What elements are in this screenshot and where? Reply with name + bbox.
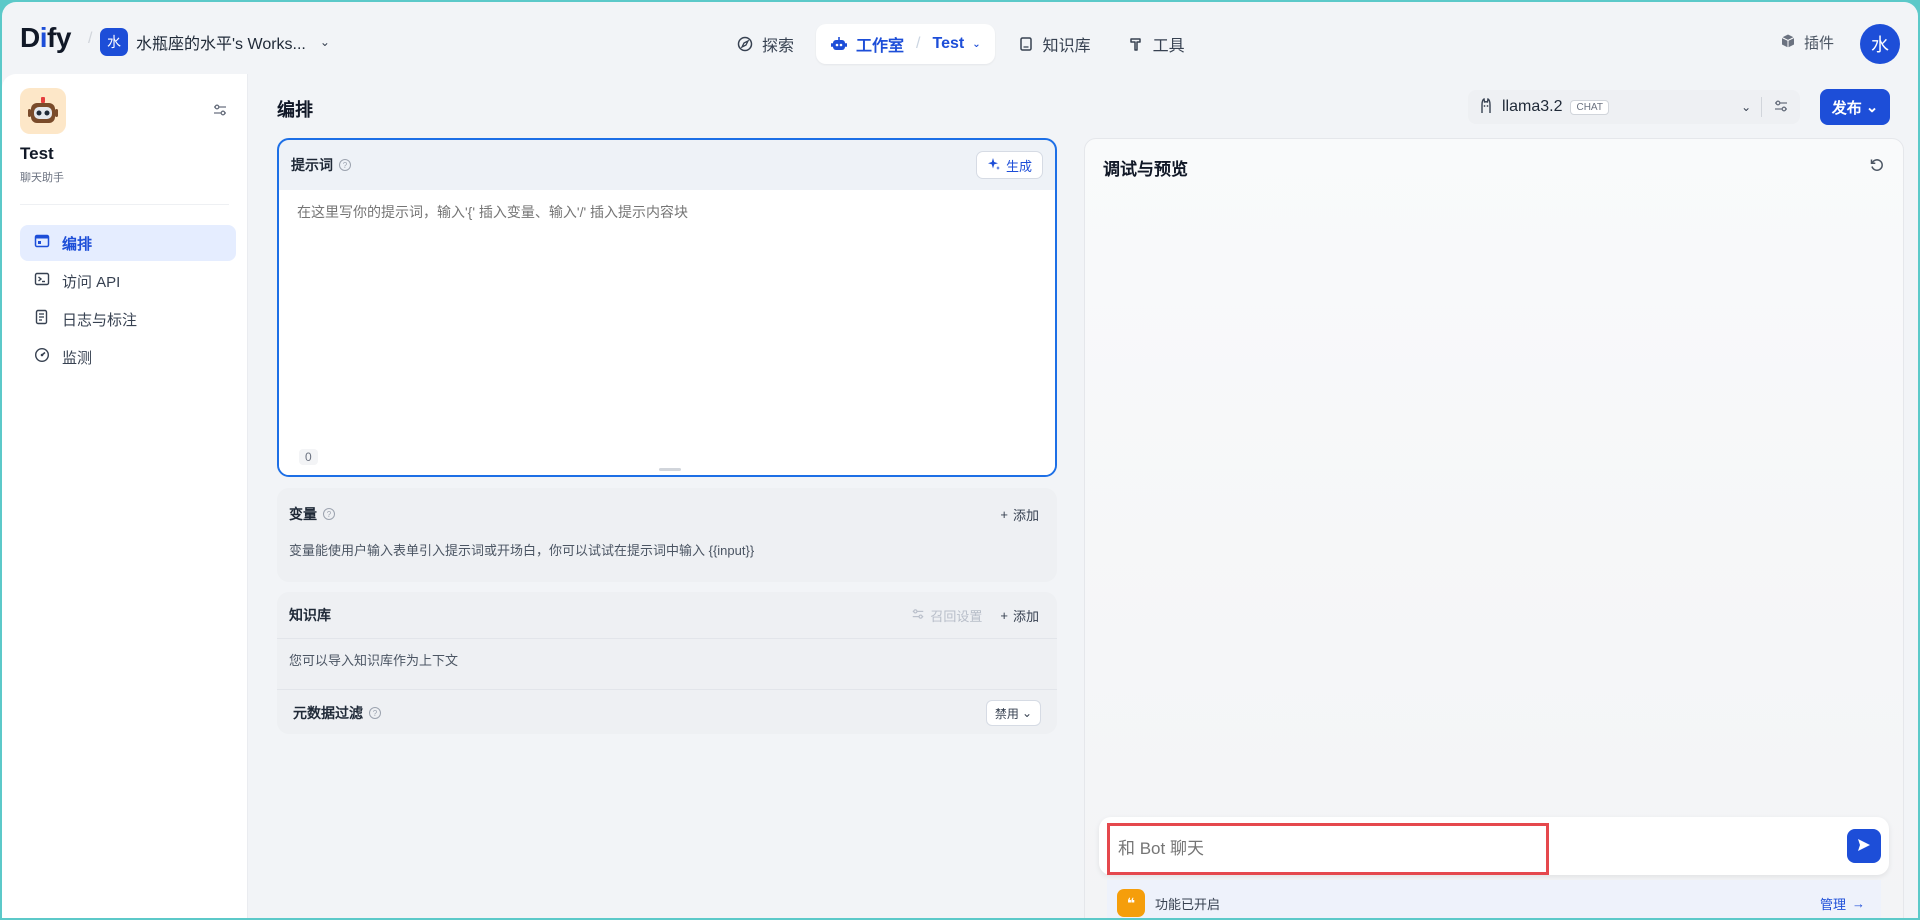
workspace-separator: / <box>88 30 93 47</box>
chat-input[interactable] <box>1107 823 1549 875</box>
debug-title: 调试与预览 <box>1103 160 1188 179</box>
model-params-button[interactable] <box>1762 90 1800 124</box>
nav-explore[interactable]: 探索 <box>722 24 808 64</box>
app-robot-icon <box>20 88 66 134</box>
send-button[interactable] <box>1847 829 1881 863</box>
sliders-icon <box>911 607 925 624</box>
sidebar-item-logs[interactable]: 日志与标注 <box>20 301 236 337</box>
layout-icon <box>34 233 50 253</box>
app-name: Test <box>20 144 54 163</box>
variables-description: 变量能使用户输入表单引入提示词或开场白，你可以试试在提示词中输入 {{input… <box>289 543 755 558</box>
terminal-icon <box>34 271 50 291</box>
top-bar: Dify / 水 水瓶座的水平's Works... ⌄ 探索 工作室 / Te… <box>2 2 1918 74</box>
knowledge-card: 知识库 召回设置 + 添加 您可以导入知识库作为上下文 元数据过滤 ? 禁用 ⌄ <box>277 592 1057 734</box>
model-selector[interactable]: llama3.2 CHAT ⌄ <box>1468 90 1761 124</box>
chat-input-box <box>1099 817 1889 875</box>
gauge-icon <box>34 347 50 367</box>
recall-settings-button[interactable]: 召回设置 <box>911 606 982 625</box>
main-nav: 探索 工作室 / Test ⌄ 知识库 工具 <box>722 24 1199 64</box>
knowledge-title: 知识库 <box>289 607 331 623</box>
metadata-filter-row: 元数据过滤 ? 禁用 ⌄ <box>277 690 1057 736</box>
chevron-down-icon: ⌄ <box>319 35 330 49</box>
log-icon <box>34 309 50 329</box>
chevron-down-icon: ⌄ <box>1741 100 1752 114</box>
nav-knowledge[interactable]: 知识库 <box>1003 24 1105 64</box>
app-type: 聊天助手 <box>20 172 64 184</box>
metadata-filter-title: 元数据过滤 <box>293 705 363 721</box>
features-status: 功能已开启 <box>1155 896 1221 912</box>
app-settings-icon[interactable] <box>212 102 228 121</box>
cube-icon <box>1780 33 1796 53</box>
workspace-avatar: 水 <box>100 28 128 56</box>
model-bar: llama3.2 CHAT ⌄ <box>1468 90 1800 124</box>
book-icon <box>1017 35 1035 53</box>
prompt-token-count: 0 <box>299 449 318 465</box>
plus-icon: + <box>1000 506 1008 522</box>
sidebar-item-orchestrate[interactable]: 编排 <box>20 225 236 261</box>
help-icon[interactable]: ? <box>339 159 351 171</box>
quote-icon: ❝ <box>1117 889 1145 917</box>
arrow-right-icon: → <box>1852 895 1865 911</box>
knowledge-description: 您可以导入知识库作为上下文 <box>289 653 459 668</box>
sliders-icon <box>1773 98 1789 117</box>
debug-preview-panel: 调试与预览 ❝ 功能已开启 管理 → <box>1084 138 1904 918</box>
chevron-down-icon: ⌄ <box>1021 706 1032 720</box>
hammer-icon <box>1127 35 1145 53</box>
generate-button[interactable]: 生成 <box>975 151 1043 179</box>
publish-button[interactable]: 发布 ⌄ <box>1820 89 1890 125</box>
app-frame: Dify / 水 水瓶座的水平's Works... ⌄ 探索 工作室 / Te… <box>2 2 1918 918</box>
chevron-down-icon: ⌄ <box>1865 99 1879 116</box>
app-sidebar: Test 聊天助手 编排 访问 API 日志与标注 监测 <box>2 74 248 918</box>
features-bar: ❝ 功能已开启 管理 → <box>1107 880 1881 918</box>
add-knowledge-button[interactable]: + 添加 <box>994 606 1045 625</box>
variables-title: 变量 <box>289 506 317 522</box>
refresh-icon[interactable] <box>1869 157 1885 176</box>
add-variable-button[interactable]: + 添加 <box>994 505 1045 524</box>
dify-logo[interactable]: Dify <box>20 22 71 54</box>
sidebar-divider <box>20 204 229 205</box>
user-avatar[interactable]: 水 <box>1860 24 1900 64</box>
nav-tools[interactable]: 工具 <box>1113 24 1199 64</box>
manage-features-button[interactable]: 管理 → <box>1820 894 1865 913</box>
robot-icon <box>830 35 848 53</box>
sparkle-icon <box>987 157 1001 174</box>
resize-handle[interactable] <box>659 468 681 471</box>
metadata-filter-select[interactable]: 禁用 ⌄ <box>985 700 1041 726</box>
prompt-title: 提示词 <box>291 157 333 173</box>
studio-app-switcher[interactable]: Test <box>932 35 964 53</box>
sidebar-item-api[interactable]: 访问 API <box>20 263 236 299</box>
variables-card: 变量 ? + 添加 变量能使用户输入表单引入提示词或开场白，你可以试试在提示词中… <box>277 488 1057 582</box>
prompt-editor-card: 提示词 ? 生成 0 <box>277 138 1057 477</box>
workspace-switcher[interactable]: 水 水瓶座的水平's Works... ⌄ <box>100 28 330 56</box>
workspace-name: 水瓶座的水平's Works... <box>136 36 306 53</box>
send-icon <box>1856 837 1872 856</box>
sidebar-item-monitor[interactable]: 监测 <box>20 339 236 375</box>
page-title: 编排 <box>277 100 313 120</box>
help-icon[interactable]: ? <box>369 707 381 719</box>
llama-icon <box>1478 97 1494 118</box>
compass-icon <box>736 35 754 53</box>
chevron-down-icon: ⌄ <box>972 38 981 50</box>
prompt-textarea[interactable] <box>297 204 1037 220</box>
plus-icon: + <box>1000 607 1008 623</box>
nav-studio[interactable]: 工作室 / Test ⌄ <box>816 24 995 64</box>
plugins-button[interactable]: 插件 <box>1780 32 1834 53</box>
sidebar-menu: 编排 访问 API 日志与标注 监测 <box>20 225 236 377</box>
model-mode-badge: CHAT <box>1570 99 1609 115</box>
model-name: llama3.2 <box>1502 98 1563 115</box>
help-icon[interactable]: ? <box>323 508 335 520</box>
